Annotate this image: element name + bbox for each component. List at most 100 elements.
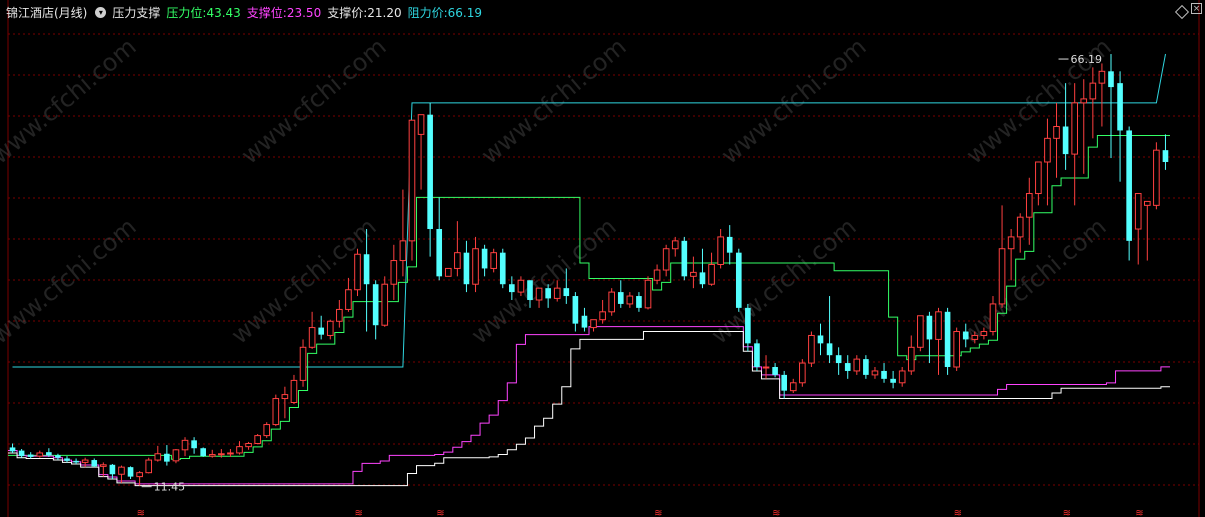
pressure-label: 压力位: — [166, 5, 207, 20]
event-marker: ≋ — [1135, 508, 1143, 517]
candle-body — [436, 229, 443, 277]
candle-body — [971, 334, 979, 340]
support-price: 支撑价:21.20 — [327, 4, 401, 21]
candle-body — [1044, 137, 1051, 163]
candle-body — [1162, 150, 1169, 162]
candle-body — [762, 366, 770, 369]
candle-body — [890, 378, 896, 383]
candle-body — [826, 343, 833, 356]
indicator-name[interactable]: 压力支撑 — [112, 4, 160, 21]
chart-window: www.cfchi.com www.cfchi.com www.cfchi.com w… — [0, 0, 1205, 517]
candle-body — [254, 435, 261, 444]
annotation-label: 66.19 — [1071, 53, 1103, 66]
support-value: 23.50 — [286, 5, 322, 20]
candle-body — [1071, 102, 1078, 155]
pressure-value: 43.43 — [206, 5, 241, 20]
candle-body — [408, 119, 416, 242]
event-marker: ≋ — [654, 508, 662, 517]
candle-body — [1007, 236, 1015, 250]
candle-body — [835, 355, 842, 364]
candle-body — [581, 315, 588, 328]
watermark-text: www.cfchi.com — [476, 32, 632, 169]
candle-body — [136, 472, 143, 478]
watermark-text: www.cfchi.com — [0, 32, 142, 169]
candle-body — [989, 303, 997, 333]
candle-body — [399, 240, 407, 262]
annotation-label: 11.45 — [154, 481, 186, 494]
pressure-level: 压力位:43.43 — [166, 4, 240, 21]
candle-body — [662, 248, 670, 271]
candle-body — [726, 236, 733, 253]
stock-title[interactable]: 锦江酒店(月线) — [6, 4, 87, 21]
candle-body — [272, 398, 280, 426]
candle-body — [608, 291, 616, 313]
candlestick-chart[interactable]: www.cfchi.com www.cfchi.com www.cfchi.com w… — [0, 0, 1205, 517]
candle-body — [1126, 130, 1132, 241]
candle-body — [1016, 216, 1024, 238]
candle-body — [145, 459, 153, 474]
candle-body — [535, 287, 543, 301]
candle-body — [781, 374, 787, 391]
candle-body — [490, 252, 497, 269]
close-icon[interactable]: × — [1191, 3, 1202, 14]
candle-body — [290, 379, 298, 403]
candle-body — [181, 439, 189, 451]
event-marker: ≋ — [954, 508, 962, 517]
candle-body — [354, 253, 361, 291]
candle-body — [200, 448, 206, 457]
candle-body — [563, 288, 570, 297]
candle-body — [263, 424, 271, 437]
bottom-markers: ≋ ≋ ≋ ≋ ≋ ≋ ≋ ≋ — [137, 508, 1144, 517]
candle-body — [671, 240, 679, 250]
candle-body — [1134, 193, 1142, 230]
event-marker: ≋ — [1063, 508, 1071, 517]
candle-body — [481, 248, 488, 269]
candle-body — [944, 311, 951, 368]
candle-body — [636, 296, 642, 308]
candle-body — [509, 284, 515, 293]
candle-body — [926, 315, 933, 340]
candle-body — [1053, 126, 1060, 139]
candle-body — [299, 346, 307, 381]
candle-body — [372, 284, 379, 326]
candle-body — [9, 447, 16, 452]
candle-body — [871, 370, 879, 376]
candle-body — [308, 327, 316, 348]
candle-body — [617, 292, 624, 304]
candle-body — [172, 449, 180, 462]
candle-body — [953, 331, 960, 368]
candle-body — [527, 280, 533, 300]
candle-body — [381, 283, 389, 326]
candle-body — [236, 446, 243, 454]
candle-body — [935, 311, 942, 340]
candle-body — [36, 452, 44, 457]
watermark-text: www.cfchi.com — [466, 212, 622, 349]
candle-body — [245, 442, 252, 448]
event-marker: ≋ — [436, 508, 444, 517]
candle-body — [708, 264, 715, 285]
candle-body — [73, 460, 79, 463]
event-marker: ≋ — [772, 508, 780, 517]
candle-body — [218, 453, 225, 456]
indicator-toggle-icon[interactable]: ▾ — [95, 6, 107, 18]
candle-body — [545, 288, 551, 299]
candle-body — [1062, 126, 1069, 155]
candle-body — [817, 335, 824, 344]
candle-body — [853, 358, 861, 372]
candle-body — [46, 452, 52, 456]
candle-body — [318, 327, 325, 335]
candle-body — [390, 260, 398, 285]
candle-body — [27, 454, 34, 457]
candle-body — [998, 248, 1006, 305]
support-price-value: 21.20 — [367, 5, 402, 20]
candle-body — [109, 464, 116, 475]
candle-body — [100, 464, 107, 467]
resistance-label: 阻力价: — [407, 5, 448, 20]
candle-body — [326, 320, 334, 336]
candle-body — [454, 252, 461, 269]
candle-body — [427, 114, 433, 230]
candle-body — [863, 359, 869, 375]
candle-body — [754, 343, 760, 368]
candle-body — [699, 272, 706, 285]
candle-body — [55, 455, 61, 458]
